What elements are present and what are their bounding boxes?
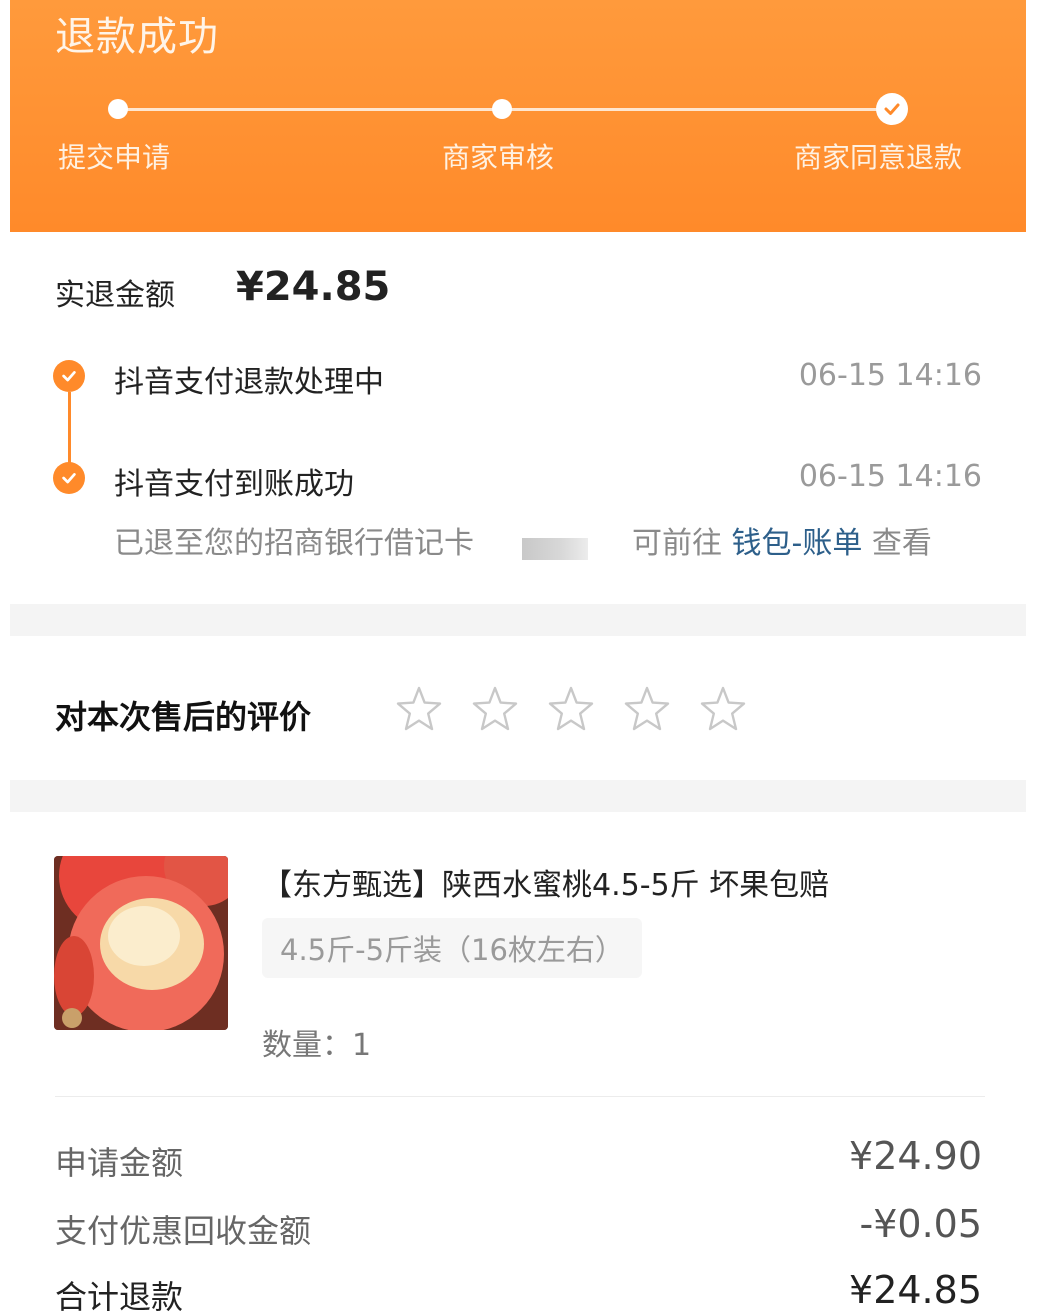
section-divider xyxy=(10,604,1026,636)
timeline-time-processing: 06-15 14:16 xyxy=(798,358,982,393)
page-title: 退款成功 xyxy=(55,14,219,60)
step-dot-review xyxy=(492,99,512,119)
timeline-item-processing: 抖音支付退款处理中 xyxy=(114,365,384,400)
rating-stars xyxy=(394,684,748,734)
step-label-approved: 商家同意退款 xyxy=(794,141,963,174)
section-divider xyxy=(10,780,1026,812)
summary-value-total: ¥24.85 xyxy=(849,1268,982,1312)
star-icon-3[interactable] xyxy=(546,684,596,734)
product-image[interactable] xyxy=(54,856,228,1030)
star-icon-2[interactable] xyxy=(470,684,520,734)
product-title[interactable]: 【东方甄选】陕西水蜜桃4.5-5斤 坏果包赔 xyxy=(262,860,829,904)
star-icon-4[interactable] xyxy=(622,684,672,734)
divider xyxy=(55,1096,985,1097)
summary-label-discount: 支付优惠回收金额 xyxy=(55,1212,312,1250)
wallet-note-prefix: 可前往 xyxy=(632,526,722,561)
masked-card-number xyxy=(522,538,588,560)
step-dot-submit xyxy=(108,99,128,119)
wallet-note: 可前往 钱包-账单 查看 xyxy=(632,518,932,562)
product-spec: 4.5斤-5斤装（16枚左右） xyxy=(262,918,642,978)
timeline-time-received: 06-15 14:16 xyxy=(798,459,982,494)
refund-detail-page: 退款成功 提交申请 商家审核 商家同意退款 实退金额 ¥24.85 抖音支付退款… xyxy=(0,0,1040,1315)
refund-status-header: 退款成功 提交申请 商家审核 商家同意退款 xyxy=(10,0,1026,232)
refund-amount-label: 实退金额 xyxy=(55,278,175,313)
check-icon xyxy=(876,93,908,125)
summary-label-total: 合计退款 xyxy=(55,1278,184,1315)
wallet-note-suffix: 查看 xyxy=(871,526,932,561)
check-icon xyxy=(53,360,85,392)
summary-value-requested: ¥24.90 xyxy=(849,1134,982,1178)
wallet-bill-link[interactable]: 钱包-账单 xyxy=(732,526,863,561)
rating-label: 对本次售后的评价 xyxy=(55,698,312,736)
summary-value-discount: -¥0.05 xyxy=(859,1202,983,1246)
refund-destination-note: 已退至您的招商银行借记卡 xyxy=(114,526,474,561)
star-icon-5[interactable] xyxy=(698,684,748,734)
check-icon xyxy=(53,462,85,494)
timeline-item-received: 抖音支付到账成功 xyxy=(114,467,354,502)
refund-amount-value: ¥24.85 xyxy=(236,264,391,310)
timeline-connector xyxy=(68,392,71,464)
summary-label-requested: 申请金额 xyxy=(55,1144,184,1182)
star-icon-1[interactable] xyxy=(394,684,444,734)
step-label-submit: 提交申请 xyxy=(58,141,171,174)
product-quantity: 数量：1 xyxy=(262,1028,372,1063)
step-label-review: 商家审核 xyxy=(442,141,555,174)
